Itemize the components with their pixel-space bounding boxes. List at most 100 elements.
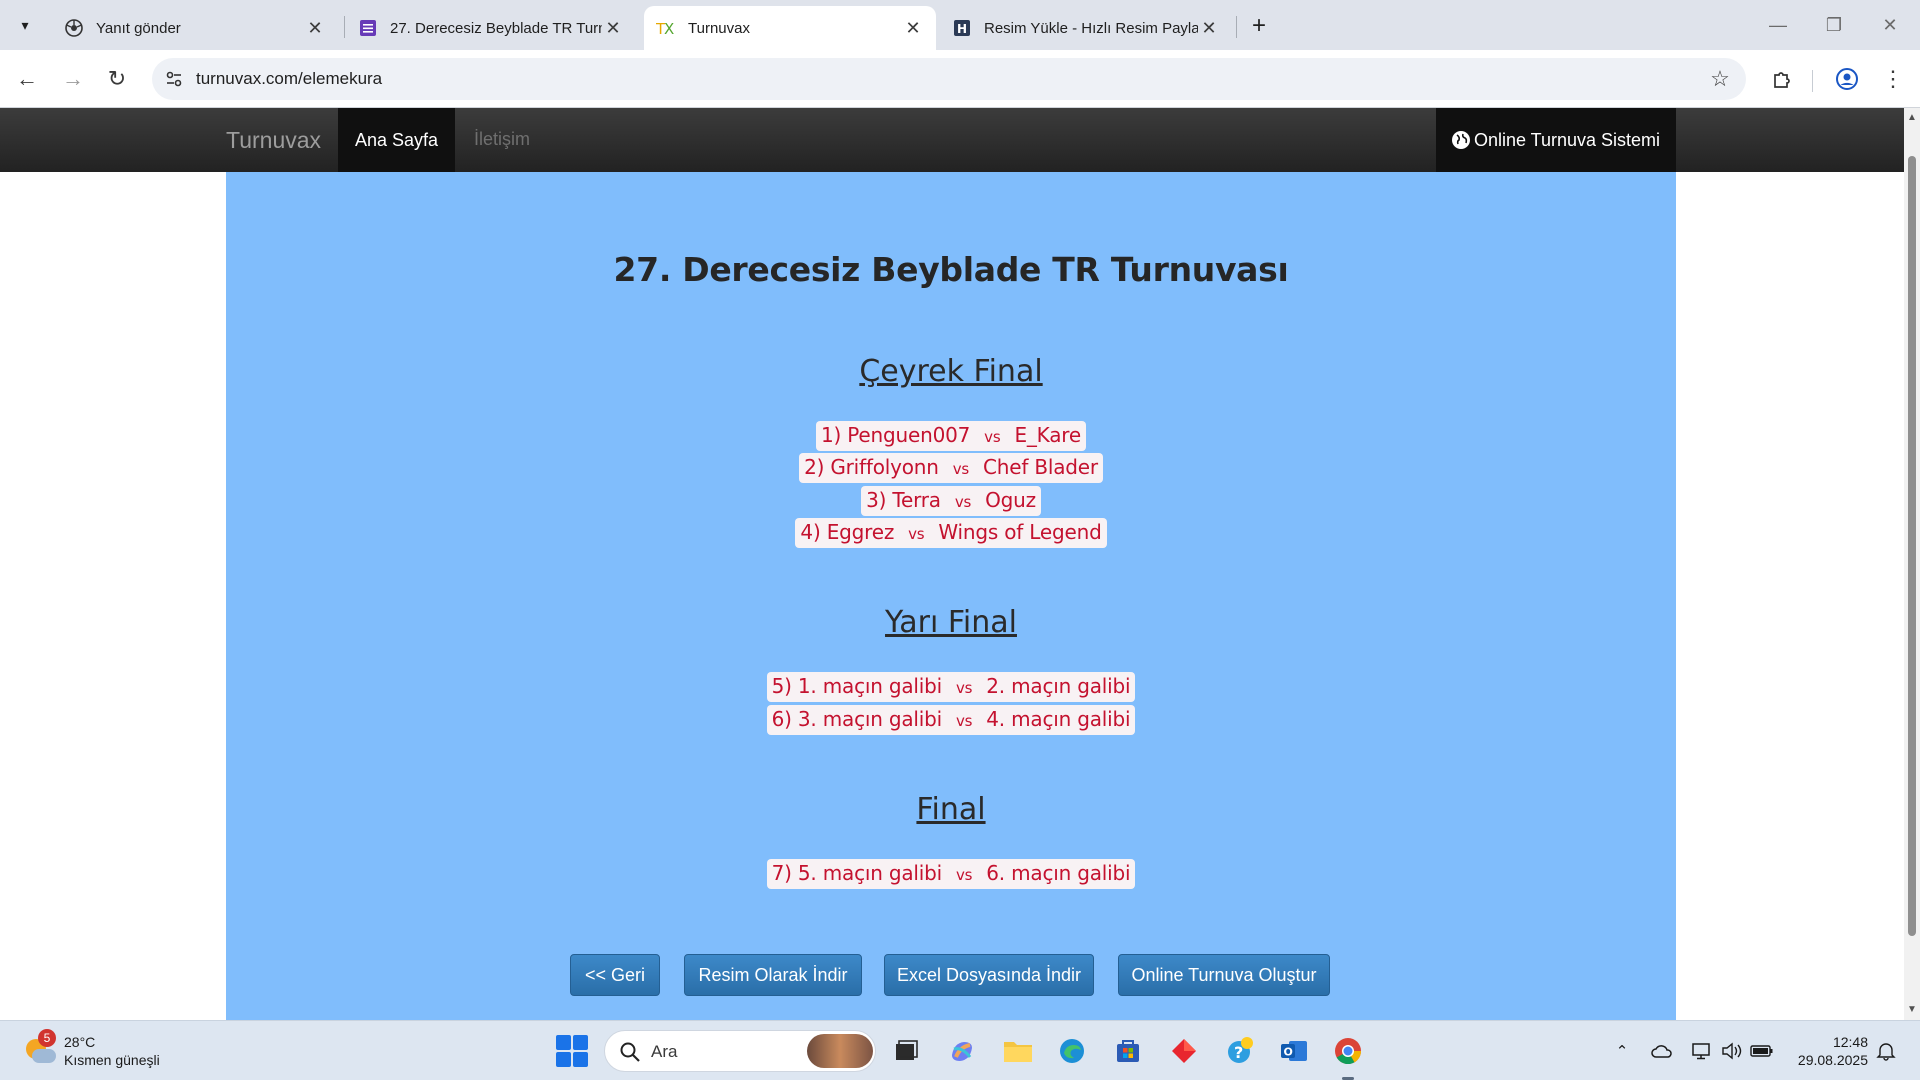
weather-description: Kısmen güneşli	[64, 1052, 160, 1068]
close-window-button[interactable]: ✕	[1870, 10, 1910, 40]
onedrive-cloud-icon[interactable]	[1650, 1039, 1674, 1063]
edge-icon[interactable]	[1054, 1033, 1090, 1069]
match-item: 5) 1. maçın galibi vs 2. maçın galibi	[226, 672, 1676, 702]
tab-search-button[interactable]: ▾	[8, 8, 42, 42]
vs-label: vs	[955, 866, 973, 884]
download-excel-button[interactable]: Excel Dosyasında İndir	[884, 954, 1094, 996]
match-left: 2) Griffolyonn	[804, 455, 939, 479]
nav-home-label: Ana Sayfa	[354, 129, 439, 150]
page-scrollbar[interactable]: ▲ ▼	[1904, 108, 1920, 1020]
vs-label: vs	[954, 493, 972, 511]
red-diamond-app-icon[interactable]	[1166, 1033, 1202, 1069]
menu-kebab-icon[interactable]: ⋮	[1877, 63, 1909, 95]
site-navbar: Turnuvax Ana Sayfa İletişim Online Turnu…	[0, 108, 1904, 172]
vs-label: vs	[955, 712, 973, 730]
round-heading-final: Final	[916, 792, 986, 827]
match-left: 5) 1. maçın galibi	[771, 674, 943, 698]
tab-title: 27. Derecesiz Beyblade TR Turnuvası	[390, 19, 602, 37]
nav-item-home[interactable]: Ana Sayfa	[338, 108, 455, 172]
tab-strip: ▾ Yanıt gönder ✕ 27. Derecesiz Beyblade …	[0, 0, 1920, 50]
notification-badge: 5	[38, 1029, 56, 1047]
profile-avatar-icon[interactable]	[1831, 63, 1863, 95]
bracket-panel: 27. Derecesiz Beyblade TR Turnuvası Çeyr…	[226, 172, 1676, 1020]
site-brand[interactable]: Turnuvax	[226, 127, 321, 154]
scrollbar-thumb[interactable]	[1908, 156, 1916, 936]
address-bar[interactable]: turnuvax.com/elemekura ☆	[152, 58, 1746, 100]
task-view-icon[interactable]	[888, 1033, 924, 1069]
microsoft-store-icon[interactable]	[1110, 1033, 1146, 1069]
create-online-tournament-button[interactable]: Online Turnuva Oluştur	[1118, 954, 1330, 996]
reload-icon[interactable]: ↻	[100, 62, 134, 96]
google-forms-icon	[64, 18, 84, 38]
close-icon[interactable]: ✕	[304, 17, 326, 39]
svg-text:O: O	[1284, 1046, 1293, 1059]
round-heading-semifinal: Yarı Final	[885, 605, 1017, 640]
speaker-volume-icon[interactable]	[1720, 1039, 1744, 1063]
tab-beyblade-form[interactable]: 27. Derecesiz Beyblade TR Turnuvası ✕	[346, 6, 636, 50]
round-heading-quarterfinal: Çeyrek Final	[859, 354, 1043, 389]
chevron-down-icon: ▾	[21, 16, 29, 33]
windows-start-icon[interactable]	[556, 1035, 588, 1067]
match-item: 2) Griffolyonn vs Chef Blader	[226, 453, 1676, 483]
download-image-button[interactable]: Resim Olarak İndir	[684, 954, 862, 996]
site-info-icon[interactable]	[160, 65, 188, 93]
match-item: 7) 5. maçın galibi vs 6. maçın galibi	[226, 859, 1676, 889]
search-icon	[619, 1041, 641, 1063]
notification-bell-icon[interactable]	[1874, 1039, 1898, 1063]
bookmark-star-icon[interactable]: ☆	[1708, 67, 1732, 91]
turnuvax-favicon: TX	[656, 18, 676, 38]
match-right: E_Kare	[1014, 423, 1081, 447]
tournament-title: 27. Derecesiz Beyblade TR Turnuvası	[613, 250, 1289, 289]
nav-online-label: Online Turnuva Sistemi	[1473, 129, 1661, 150]
restore-button[interactable]: ❐	[1814, 10, 1854, 40]
match-left: 7) 5. maçın galibi	[771, 861, 943, 885]
tab-divider	[1236, 16, 1237, 38]
search-placeholder: Ara	[651, 1042, 678, 1061]
tab-turnuvax[interactable]: TX Turnuvax ✕	[644, 6, 936, 50]
vs-label: vs	[955, 679, 973, 697]
outlook-icon[interactable]: O	[1276, 1033, 1312, 1069]
tab-divider	[344, 16, 345, 38]
taskbar-search[interactable]: Ara	[604, 1030, 876, 1072]
svg-text:X: X	[664, 20, 674, 38]
match-item: 4) Eggrez vs Wings of Legend	[226, 518, 1676, 548]
close-icon[interactable]: ✕	[602, 17, 624, 39]
extensions-icon[interactable]	[1766, 63, 1798, 95]
copilot-icon[interactable]	[944, 1033, 980, 1069]
match-right: 4. maçın galibi	[986, 707, 1131, 731]
web-page: Turnuvax Ana Sayfa İletişim Online Turnu…	[0, 108, 1904, 1020]
toolbar-divider	[1812, 70, 1813, 92]
scroll-up-arrow-icon[interactable]: ▲	[1904, 110, 1920, 126]
network-icon[interactable]	[1690, 1039, 1714, 1063]
taskbar: 5 28°C Kısmen güneşli Ara ? O ⌃ 12:48 29…	[0, 1020, 1920, 1080]
scroll-down-arrow-icon[interactable]: ▼	[1904, 1002, 1920, 1018]
partly-sunny-icon: 5	[24, 1029, 56, 1067]
battery-icon[interactable]	[1750, 1039, 1774, 1063]
tab-yanit-gonder[interactable]: Yanıt gönder ✕	[52, 6, 338, 50]
tab-title: Yanıt gönder	[96, 19, 181, 37]
file-explorer-icon[interactable]	[1000, 1033, 1036, 1069]
back-button[interactable]: << Geri	[570, 954, 660, 996]
help-app-icon[interactable]: ?	[1222, 1033, 1258, 1069]
show-hidden-icons-chevron-icon[interactable]: ⌃	[1610, 1039, 1634, 1063]
match-right: 6. maçın galibi	[986, 861, 1131, 885]
match-right: Wings of Legend	[938, 520, 1102, 544]
close-icon[interactable]: ✕	[902, 17, 924, 39]
search-highlight-image	[807, 1034, 873, 1068]
chrome-icon[interactable]	[1330, 1033, 1366, 1069]
nav-item-contact[interactable]: İletişim	[474, 129, 530, 150]
forward-arrow-icon[interactable]: →	[56, 62, 90, 96]
clock-date: 29.08.2025	[1797, 1052, 1868, 1068]
globe-icon	[1451, 131, 1470, 149]
new-tab-button[interactable]: +	[1245, 12, 1273, 40]
weather-widget[interactable]: 5 28°C Kısmen güneşli	[24, 1029, 160, 1071]
back-arrow-icon[interactable]: ←	[10, 62, 44, 96]
minimize-button[interactable]: —	[1758, 10, 1798, 40]
nav-item-online-system[interactable]: Online Turnuva Sistemi	[1436, 108, 1676, 172]
match-left: 1) Penguen007	[821, 423, 971, 447]
clock-time: 12:48	[1832, 1034, 1868, 1050]
match-right: Chef Blader	[983, 455, 1098, 479]
tab-resim-yukle[interactable]: H Resim Yükle - Hızlı Resim Paylaşım ✕	[940, 6, 1232, 50]
close-icon[interactable]: ✕	[1198, 17, 1220, 39]
system-clock[interactable]: 12:48 29.08.2025	[1790, 1033, 1868, 1069]
